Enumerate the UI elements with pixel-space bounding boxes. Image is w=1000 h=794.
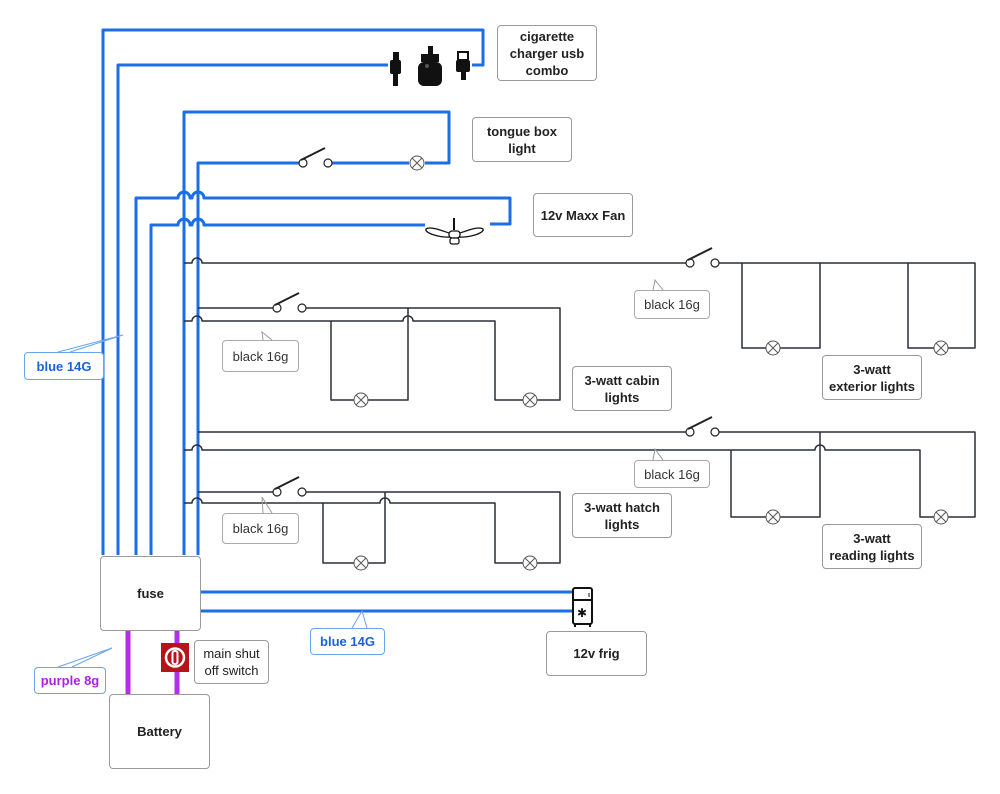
callout-black-16g-hatch: black 16g (222, 513, 299, 544)
wire-exterior (184, 257, 976, 349)
svg-text:✱: ✱ (577, 606, 587, 620)
callout-black-16g-cabin: black 16g (222, 340, 299, 372)
wiring-diagram: ✱ cigarette charger usb combo tongue box… (0, 0, 1000, 794)
wire-fan-2 (149, 217, 425, 555)
cigarette-plug-icon (418, 46, 442, 86)
battery-box: Battery (109, 694, 210, 769)
usb-plug-icon (390, 52, 401, 86)
callout-blue-14g: blue 14G (24, 352, 104, 380)
fan-label: 12v Maxx Fan (533, 193, 633, 237)
callout-black-16g-exterior: black 16g (634, 290, 710, 319)
ceiling-fan-icon (425, 218, 484, 245)
reading-lights-label: 3-watt reading lights (822, 524, 922, 569)
cigarette-charger-label: cigarette charger usb combo (497, 25, 597, 81)
wire-usb-2 (116, 63, 388, 555)
frig-label: 12v frig (546, 631, 647, 676)
main-switch-label: main shut off switch (194, 640, 269, 684)
tongue-box-light-label: tongue box light (472, 117, 572, 162)
switch-icon (272, 147, 720, 497)
wire-usb-1 (101, 28, 485, 555)
usb-plug-icon (456, 51, 470, 80)
callout-black-16g-reading: black 16g (634, 460, 710, 488)
exterior-lights-label: 3-watt exterior lights (822, 355, 922, 400)
hatch-lights-label: 3-watt hatch lights (572, 493, 672, 538)
cabin-lights-label: 3-watt cabin lights (572, 366, 672, 411)
callout-blue-14g-frig: blue 14G (310, 628, 385, 655)
callout-purple-8g: purple 8g (34, 667, 106, 694)
wire-tongue-1 (182, 110, 451, 555)
refrigerator-icon: ✱ (572, 587, 593, 627)
power-switch-icon[interactable] (161, 643, 189, 672)
fuse-box: fuse (100, 556, 201, 631)
